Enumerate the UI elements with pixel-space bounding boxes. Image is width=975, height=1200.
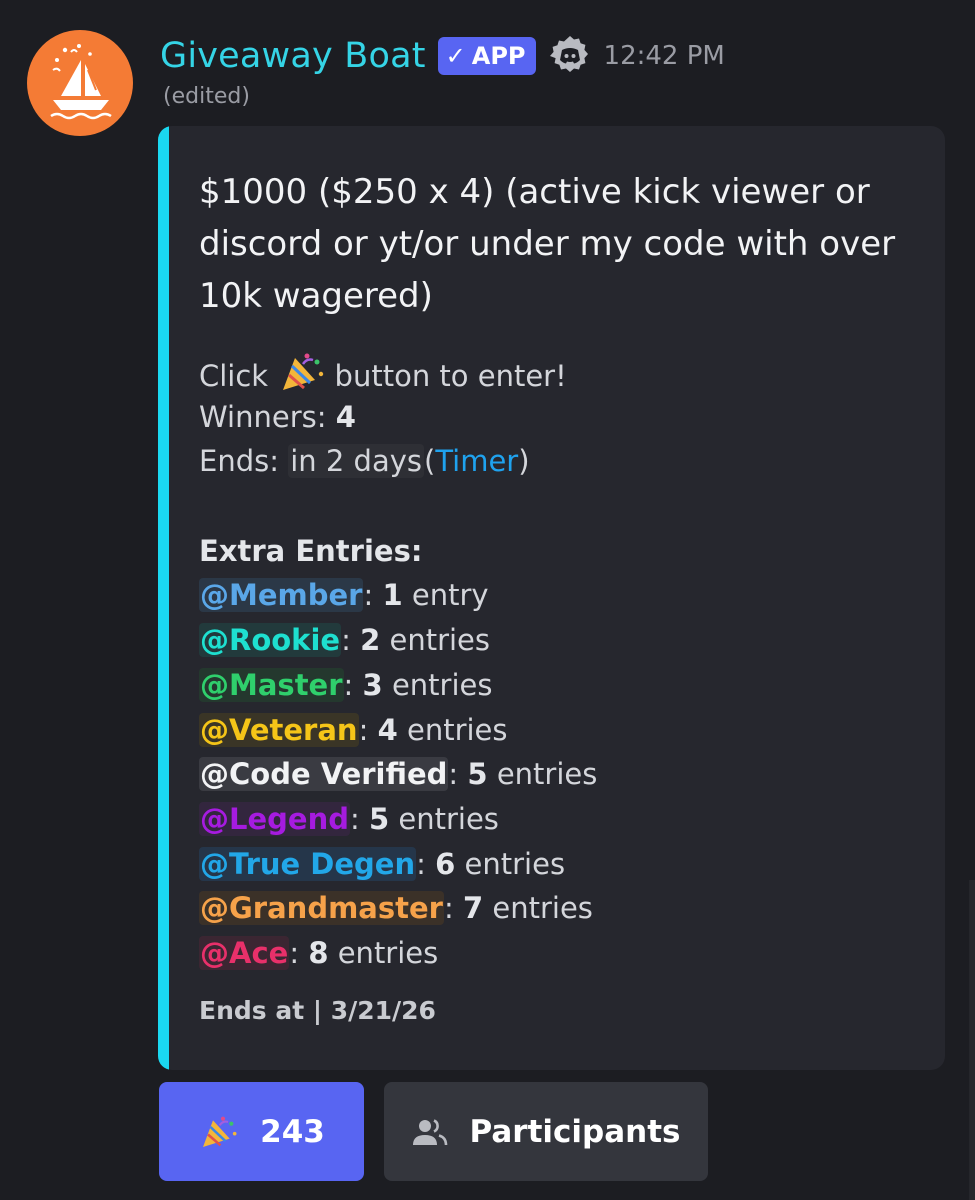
party-popper-icon <box>277 350 325 394</box>
app-badge-label: APP <box>471 42 526 70</box>
role-entry: @Member: 1 entry <box>199 578 489 613</box>
role-mention[interactable]: @Master <box>199 667 344 702</box>
role-entry-count: 4 <box>377 712 398 747</box>
winners-count: 4 <box>335 399 356 434</box>
edited-label: (edited) <box>163 84 250 109</box>
timer-link[interactable]: Timer <box>435 444 518 478</box>
role-entry: @True Degen: 6 entries <box>199 846 566 881</box>
role-entry-unit: entries <box>389 623 491 658</box>
ends-close-paren: ) <box>518 444 530 479</box>
role-mention[interactable]: @Rookie <box>199 623 342 658</box>
role-entry-count: 5 <box>467 757 488 792</box>
role-entry-count: 8 <box>308 935 329 970</box>
role-entry: @Master: 3 entries <box>199 667 493 702</box>
sailboat-party-icon <box>50 44 112 120</box>
role-mention[interactable]: @Ace <box>199 935 290 970</box>
role-entry-count: 5 <box>368 801 390 836</box>
role-mention[interactable]: @True Degen <box>199 846 417 881</box>
role-entry-unit: entry <box>411 578 489 613</box>
enter-instruction: Click button to enter! <box>199 350 919 395</box>
role-mention[interactable]: @Member <box>199 578 364 613</box>
role-entry: @Rookie: 2 entries <box>199 623 491 658</box>
embed-title: $1000 ($250 x 4) (active kick viewer or … <box>199 172 896 316</box>
entry-count: 243 <box>260 1113 325 1150</box>
avatar[interactable] <box>27 30 133 136</box>
people-icon <box>412 1117 448 1147</box>
role-entry-count: 2 <box>360 623 381 658</box>
message: Giveaway Boat ✓ APP 12:42 PM (edited) $1… <box>0 0 975 1200</box>
participants-button[interactable]: Participants <box>384 1082 708 1181</box>
role-mention[interactable]: @Code Verified <box>199 757 449 792</box>
role-entry-count: 3 <box>362 667 383 702</box>
role-mention[interactable]: @Legend <box>199 801 350 836</box>
ends-open-paren: ( <box>424 444 436 479</box>
embed-accent-bar <box>158 126 169 1070</box>
role-entry-unit: entries <box>492 891 593 926</box>
role-entry-count: 6 <box>435 846 456 881</box>
role-entry-unit: entries <box>391 667 493 702</box>
winners-line: Winners: 4 <box>199 395 919 440</box>
app-badge: ✓ APP <box>437 37 536 75</box>
check-icon: ✓ <box>445 42 466 70</box>
role-entry-unit: entries <box>398 801 499 836</box>
role-entry: @Ace: 8 entries <box>199 935 439 970</box>
role-entry: @Code Verified: 5 entries <box>199 757 598 792</box>
ends-line: Ends: in 2 days(Timer) <box>199 439 919 484</box>
timestamp[interactable]: 12:42 PM <box>604 41 725 71</box>
winners-label: Winners: <box>199 399 327 434</box>
role-entry-unit: entries <box>337 935 439 970</box>
enter-suffix: button to enter! <box>334 359 567 393</box>
scrollbar-track[interactable] <box>969 880 975 1200</box>
enter-giveaway-button[interactable]: 243 <box>159 1082 364 1181</box>
author-name[interactable]: Giveaway Boat <box>160 36 426 76</box>
role-entry-count: 7 <box>462 891 484 926</box>
ends-label: Ends: <box>199 444 279 479</box>
enter-prefix: Click <box>199 359 269 393</box>
message-header: Giveaway Boat ✓ APP 12:42 PM <box>160 30 725 82</box>
extra-entries-heading: Extra Entries: <box>199 533 423 568</box>
role-mention[interactable]: @Grandmaster <box>199 891 444 926</box>
role-entry: @Legend: 5 entries <box>199 801 499 836</box>
role-entry-unit: entries <box>464 846 566 881</box>
role-entry-count: 1 <box>382 578 403 613</box>
role-mention[interactable]: @Veteran <box>199 712 359 747</box>
embed-description: Click button to enter! Winners: 4 Ends: … <box>199 350 919 976</box>
role-list: @Member: 1 entry @Rookie: 2 entries @Maste… <box>199 573 919 975</box>
role-entry: @Veteran: 4 entries <box>199 712 508 747</box>
party-popper-icon <box>198 1112 238 1152</box>
role-entry: @Grandmaster: 7 entries <box>199 891 593 926</box>
discord-icon <box>548 34 592 78</box>
ends-relative[interactable]: in 2 days <box>288 444 424 479</box>
embed: $1000 ($250 x 4) (active kick viewer or … <box>158 126 945 1070</box>
role-entry-unit: entries <box>496 757 598 792</box>
embed-footer: Ends at | 3/21/26 <box>199 996 436 1025</box>
participants-label: Participants <box>469 1113 681 1150</box>
role-entry-unit: entries <box>406 712 508 747</box>
